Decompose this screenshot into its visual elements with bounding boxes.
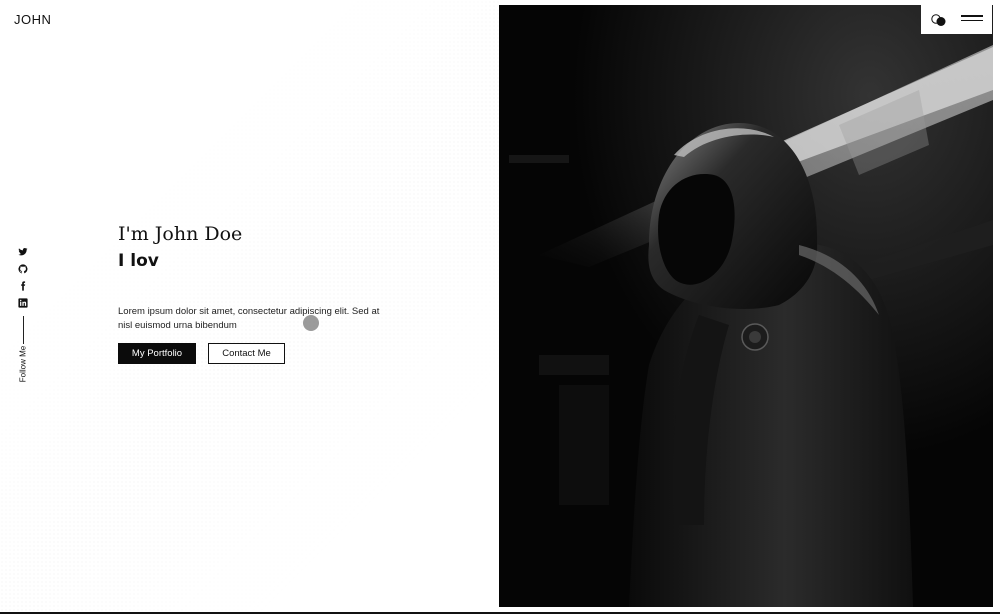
hero-greeting: I'm John Doe [118, 223, 243, 245]
follow-me-label: Follow Me [18, 345, 28, 383]
hero-typed-text: I lov [118, 251, 159, 271]
linkedin-icon[interactable] [18, 297, 29, 308]
hamburger-menu-icon[interactable] [961, 15, 983, 24]
hero-photo [499, 5, 993, 607]
hero-section: I'm John Doe I lov Lorem ipsum dolor sit… [118, 222, 398, 364]
facebook-icon[interactable] [18, 280, 29, 291]
page: JOHN Follow Me I'm John Doe I lov Lorem … [0, 0, 1000, 614]
top-right-controls [921, 5, 992, 34]
theme-toggle-icon[interactable] [930, 13, 948, 27]
my-portfolio-button[interactable]: My Portfolio [118, 343, 196, 364]
twitter-icon[interactable] [18, 246, 29, 257]
contact-me-button[interactable]: Contact Me [208, 343, 285, 364]
github-icon[interactable] [18, 263, 29, 274]
hero-description: Lorem ipsum dolor sit amet, consectetur … [118, 306, 380, 331]
hooded-figure-image [499, 5, 993, 607]
hero-buttons: My Portfolio Contact Me [118, 343, 398, 364]
custom-cursor [303, 315, 319, 331]
social-divider-line [22, 316, 24, 344]
site-logo[interactable]: JOHN [14, 12, 51, 27]
social-links [16, 246, 30, 352]
